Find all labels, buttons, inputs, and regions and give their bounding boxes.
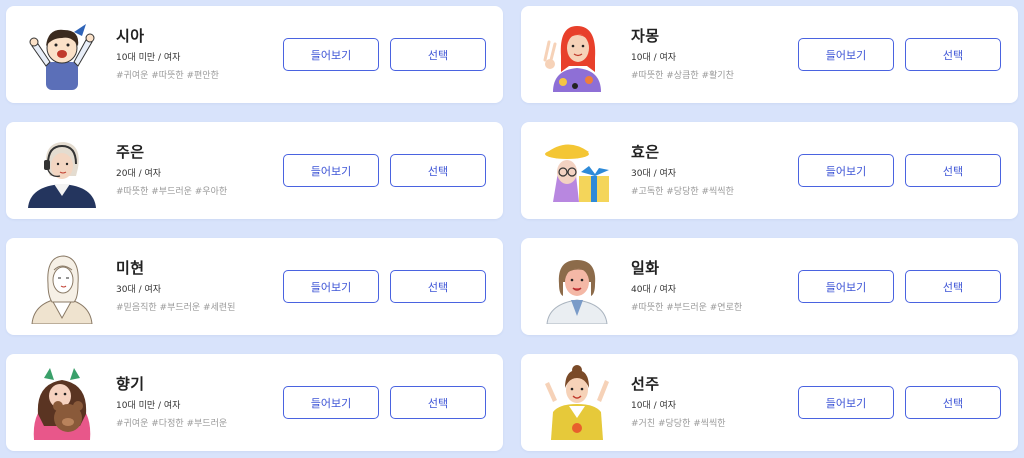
listen-button[interactable]: 들어보기	[283, 270, 379, 303]
voice-meta: 30대 / 여자	[116, 285, 162, 295]
voice-name: 효은	[631, 143, 660, 161]
voice-list: 시아 10대 미만 / 여자 #귀여운 #따뜻한 #편안한 들어보기 선택 자몽…	[6, 6, 1018, 452]
voice-info: 시아 10대 미만 / 여자 #귀여운 #따뜻한 #편안한	[116, 26, 219, 82]
voice-meta: 10대 미만 / 여자	[116, 401, 181, 411]
voice-info: 미현 30대 / 여자 #믿음직한 #부드러운 #세련된	[116, 258, 235, 314]
voice-name: 향기	[116, 375, 145, 393]
voice-info: 효은 30대 / 여자 #고독한 #당당한 #씩씩한	[631, 142, 734, 198]
voice-info: 선주 10대 / 여자 #거친 #당당한 #씩씩한	[631, 374, 726, 430]
listen-button[interactable]: 들어보기	[798, 154, 894, 187]
voice-meta: 10대 / 여자	[631, 401, 677, 411]
voice-tags: #귀여운 #따뜻한 #편안한	[116, 71, 219, 81]
voice-card: 효은 30대 / 여자 #고독한 #당당한 #씩씩한 들어보기 선택	[521, 122, 1018, 219]
voice-name: 선주	[631, 375, 660, 393]
select-button[interactable]: 선택	[390, 154, 486, 187]
voice-meta: 30대 / 여자	[631, 169, 677, 179]
voice-tags: #고독한 #당당한 #씩씩한	[631, 187, 734, 197]
voice-name: 미현	[116, 259, 145, 277]
voice-card: 미현 30대 / 여자 #믿음직한 #부드러운 #세련된 들어보기 선택	[6, 238, 503, 335]
child-avatar	[24, 16, 100, 92]
listen-button[interactable]: 들어보기	[798, 270, 894, 303]
voice-info: 주은 20대 / 여자 #따뜻한 #부드러운 #우아한	[116, 142, 227, 198]
voice-tags: #따뜻한 #부드러운 #연로한	[631, 303, 743, 313]
listen-button[interactable]: 들어보기	[798, 38, 894, 71]
voice-meta: 40대 / 여자	[631, 285, 677, 295]
voice-name: 일화	[631, 259, 660, 277]
select-button[interactable]: 선택	[905, 38, 1001, 71]
listen-button[interactable]: 들어보기	[283, 154, 379, 187]
peace-sign-girl-avatar	[539, 364, 615, 440]
voice-info: 자몽 10대 / 여자 #따뜻한 #상큼한 #활기찬	[631, 26, 734, 82]
voice-info: 향기 10대 미만 / 여자 #귀여운 #다정한 #부드러운	[116, 374, 227, 430]
listen-button[interactable]: 들어보기	[798, 386, 894, 419]
voice-name: 자몽	[631, 27, 660, 45]
voice-card: 자몽 10대 / 여자 #따뜻한 #상큼한 #활기찬 들어보기 선택	[521, 6, 1018, 103]
voice-card: 시아 10대 미만 / 여자 #귀여운 #따뜻한 #편안한 들어보기 선택	[6, 6, 503, 103]
redhair-girl-avatar	[539, 16, 615, 92]
voice-card: 주은 20대 / 여자 #따뜻한 #부드러운 #우아한 들어보기 선택	[6, 122, 503, 219]
voice-card: 일화 40대 / 여자 #따뜻한 #부드러운 #연로한 들어보기 선택	[521, 238, 1018, 335]
hat-woman-gift-avatar	[539, 132, 615, 208]
select-button[interactable]: 선택	[390, 386, 486, 419]
voice-meta: 20대 / 여자	[116, 169, 162, 179]
bob-hair-woman-avatar	[539, 248, 615, 324]
select-button[interactable]: 선택	[905, 386, 1001, 419]
select-button[interactable]: 선택	[390, 270, 486, 303]
select-button[interactable]: 선택	[390, 38, 486, 71]
voice-meta: 10대 미만 / 여자	[116, 53, 181, 63]
voice-tags: #따뜻한 #부드러운 #우아한	[116, 187, 228, 197]
select-button[interactable]: 선택	[905, 154, 1001, 187]
voice-tags: #따뜻한 #상큼한 #활기찬	[631, 71, 734, 81]
voice-tags: #거친 #당당한 #씩씩한	[631, 419, 726, 429]
voice-card: 향기 10대 미만 / 여자 #귀여운 #다정한 #부드러운 들어보기 선택	[6, 354, 503, 451]
voice-info: 일화 40대 / 여자 #따뜻한 #부드러운 #연로한	[631, 258, 742, 314]
voice-meta: 10대 / 여자	[631, 53, 677, 63]
girl-teddy-avatar	[24, 364, 100, 440]
voice-card: 선주 10대 / 여자 #거친 #당당한 #씩씩한 들어보기 선택	[521, 354, 1018, 451]
voice-name: 주은	[116, 143, 145, 161]
voice-tags: #믿음직한 #부드러운 #세련된	[116, 303, 236, 313]
listen-button[interactable]: 들어보기	[283, 38, 379, 71]
voice-tags: #귀여운 #다정한 #부드러운	[116, 419, 228, 429]
listen-button[interactable]: 들어보기	[283, 386, 379, 419]
voice-name: 시아	[116, 27, 145, 45]
sketch-woman-avatar	[24, 248, 100, 324]
headset-woman-avatar	[24, 132, 100, 208]
select-button[interactable]: 선택	[905, 270, 1001, 303]
